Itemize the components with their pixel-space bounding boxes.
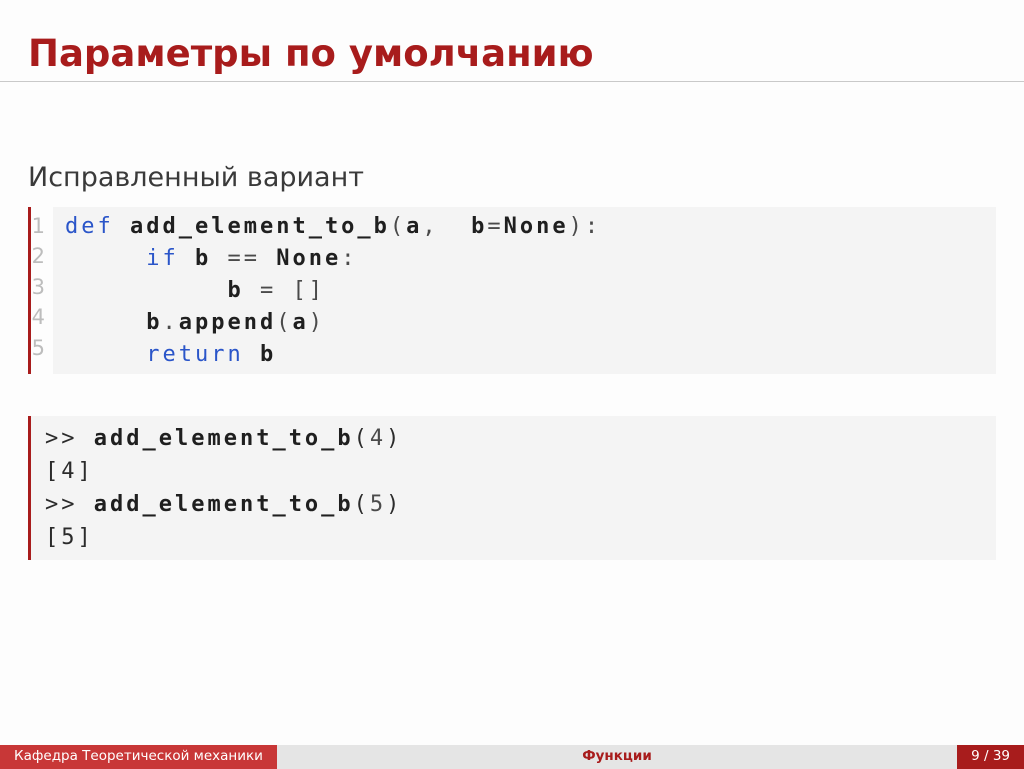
number-arg: 4 bbox=[370, 426, 386, 451]
footer-right: 9 / 39 bbox=[957, 745, 1024, 769]
indent bbox=[65, 342, 146, 367]
output-line: [4] bbox=[45, 459, 94, 484]
kw-if: if bbox=[146, 246, 179, 271]
footer-left: Кафедра Теоретической механики bbox=[0, 745, 277, 769]
close-paren: ) bbox=[569, 214, 585, 239]
var-b: b bbox=[260, 342, 276, 367]
line-num: 1 bbox=[32, 214, 45, 238]
line-num: 5 bbox=[32, 336, 45, 360]
var-a: a bbox=[406, 214, 422, 239]
close-paren: ) bbox=[386, 426, 402, 451]
var-b: b bbox=[227, 278, 243, 303]
eq-sign: = bbox=[487, 214, 503, 239]
open-paren: ( bbox=[354, 426, 370, 451]
var-b: b bbox=[146, 310, 162, 335]
open-paren: ( bbox=[276, 310, 292, 335]
colon: : bbox=[341, 246, 357, 271]
output-line: [5] bbox=[45, 525, 94, 550]
var-b: b bbox=[471, 214, 487, 239]
fn-call: add_element_to_b bbox=[94, 426, 354, 451]
kw-none: None bbox=[504, 214, 569, 239]
eqeq: == bbox=[227, 246, 260, 271]
dot: . bbox=[162, 310, 178, 335]
kw-none: None bbox=[276, 246, 341, 271]
comma: , bbox=[422, 214, 438, 239]
kw-def: def bbox=[65, 214, 114, 239]
line-num: 4 bbox=[32, 305, 45, 329]
indent bbox=[65, 310, 146, 335]
code-block: 1 2 3 4 5 def add_element_to_b(a, b=None… bbox=[28, 207, 996, 374]
slide: Параметры по умолчанию Исправленный вари… bbox=[0, 0, 1024, 769]
close-paren: ) bbox=[386, 492, 402, 517]
indent bbox=[65, 278, 227, 303]
number-arg: 5 bbox=[370, 492, 386, 517]
indent bbox=[65, 246, 146, 271]
line-num: 2 bbox=[32, 244, 45, 268]
line-numbers: 1 2 3 4 5 bbox=[31, 207, 53, 374]
output-block: >> add_element_to_b(4) [4] >> add_elemen… bbox=[28, 416, 996, 560]
line-num: 3 bbox=[32, 275, 45, 299]
slide-title: Параметры по умолчанию bbox=[0, 0, 1024, 82]
var-b: b bbox=[195, 246, 211, 271]
close-paren: ) bbox=[309, 310, 325, 335]
fn-call: add_element_to_b bbox=[94, 492, 354, 517]
var-a: a bbox=[292, 310, 308, 335]
prompt: >> bbox=[45, 426, 94, 451]
open-paren: ( bbox=[354, 492, 370, 517]
content-area: Исправленный вариант 1 2 3 4 5 def add_e… bbox=[0, 82, 1024, 745]
eq-sign: = bbox=[260, 278, 276, 303]
open-paren: ( bbox=[390, 214, 406, 239]
brackets: [] bbox=[292, 278, 325, 303]
prompt: >> bbox=[45, 492, 94, 517]
footer: Кафедра Теоретической механики Функции 9… bbox=[0, 745, 1024, 769]
fn-name: add_element_to_b bbox=[130, 214, 390, 239]
method-append: append bbox=[179, 310, 276, 335]
footer-mid: Функции bbox=[277, 745, 957, 769]
code-lines: def add_element_to_b(a, b=None): if b ==… bbox=[53, 207, 611, 374]
kw-return: return bbox=[146, 342, 243, 367]
subtitle: Исправленный вариант bbox=[28, 162, 996, 193]
colon: : bbox=[585, 214, 601, 239]
